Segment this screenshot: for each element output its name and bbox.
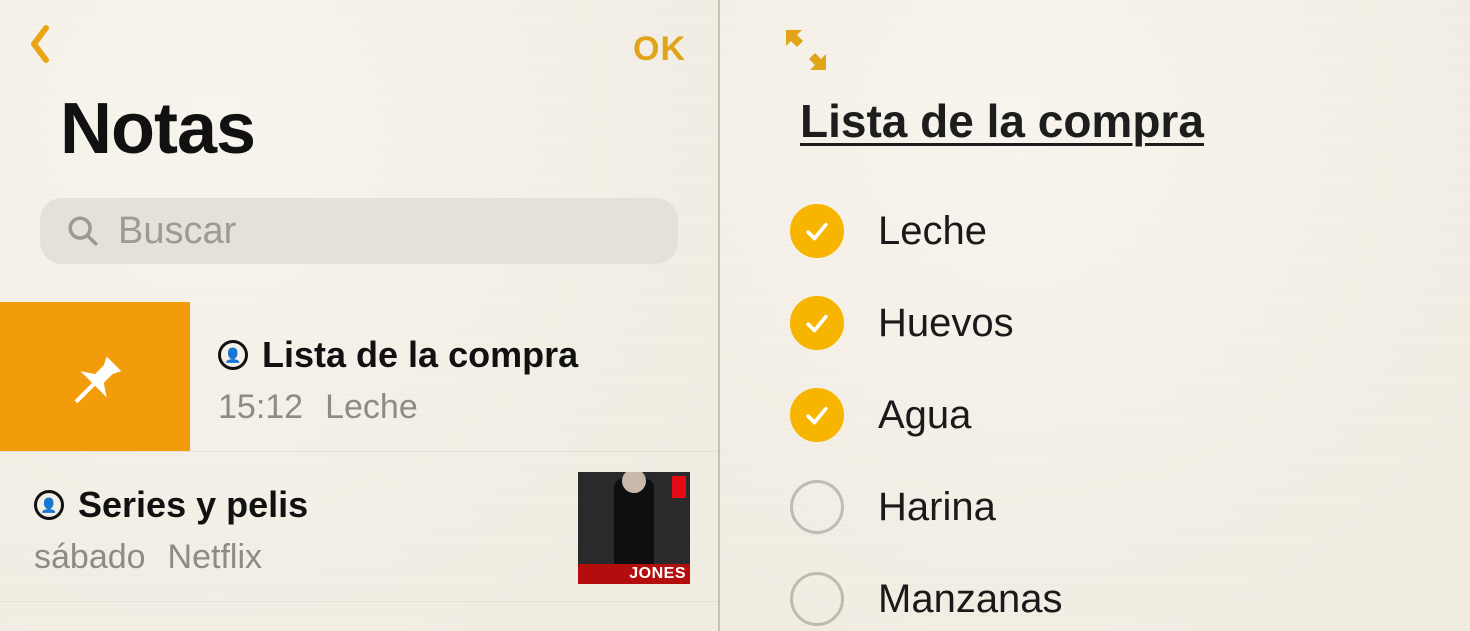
ok-button[interactable]: OK [633,30,686,69]
thumb-caption: JONES [578,564,690,584]
chevron-left-icon [28,24,52,64]
shared-icon [218,340,248,370]
notes-list: Lista de la compra 15:12 Leche Series y … [0,302,718,602]
note-row-body: Lista de la compra 15:12 Leche [190,302,718,451]
check-circle-icon[interactable] [790,204,844,258]
check-circle-icon[interactable] [790,296,844,350]
note-subtitle: 15:12 Leche [218,388,700,427]
fullscreen-button[interactable] [780,24,832,76]
check-circle-icon[interactable] [790,480,844,534]
notes-list-pane: OK Notas Lista de la [0,0,720,631]
checklist: Leche Huevos Agua Harina Manzanas [780,204,1430,631]
note-title-line: Lista de la compra [218,334,700,376]
checklist-item-label: Harina [878,485,996,530]
note-time: 15:12 [218,388,303,427]
note-title-text: Series y pelis [78,484,308,526]
notes-app: OK Notas Lista de la [0,0,1470,631]
expand-arrows-icon [780,24,832,76]
checklist-item[interactable]: Manzanas [790,572,1430,626]
nav-bar: OK [0,0,718,80]
page-title: Notas [0,80,718,198]
checklist-item-label: Agua [878,393,971,438]
search-icon [66,214,100,248]
note-subtitle: sábado Netflix [34,538,560,577]
checklist-item-label: Manzanas [878,577,1063,622]
netflix-logo-icon [672,476,686,498]
note-row-body: Series y pelis sábado Netflix [30,452,578,601]
note-row[interactable]: Lista de la compra 15:12 Leche [0,302,718,452]
checklist-item-label: Huevos [878,301,1014,346]
back-button[interactable] [28,24,68,64]
note-thumbnail: JONES [578,472,690,584]
note-title-text: Lista de la compra [262,334,578,376]
note-preview: Leche [325,388,418,427]
pin-icon [60,342,130,412]
checklist-item[interactable]: Agua [790,388,1430,442]
search-field[interactable] [40,198,678,264]
note-time: sábado [34,538,146,577]
search-input[interactable] [118,210,652,253]
pin-action[interactable] [0,302,190,451]
checklist-item-label: Leche [878,209,987,254]
note-row[interactable]: Series y pelis sábado Netflix JONES [0,452,718,602]
shared-icon [34,490,64,520]
editor-title[interactable]: Lista de la compra [780,94,1430,148]
note-preview: Netflix [168,538,262,577]
check-circle-icon[interactable] [790,572,844,626]
checklist-item[interactable]: Huevos [790,296,1430,350]
note-title-line: Series y pelis [34,484,560,526]
note-editor-pane: Lista de la compra Leche Huevos Agua [720,0,1470,631]
checklist-item[interactable]: Leche [790,204,1430,258]
checklist-item[interactable]: Harina [790,480,1430,534]
check-circle-icon[interactable] [790,388,844,442]
